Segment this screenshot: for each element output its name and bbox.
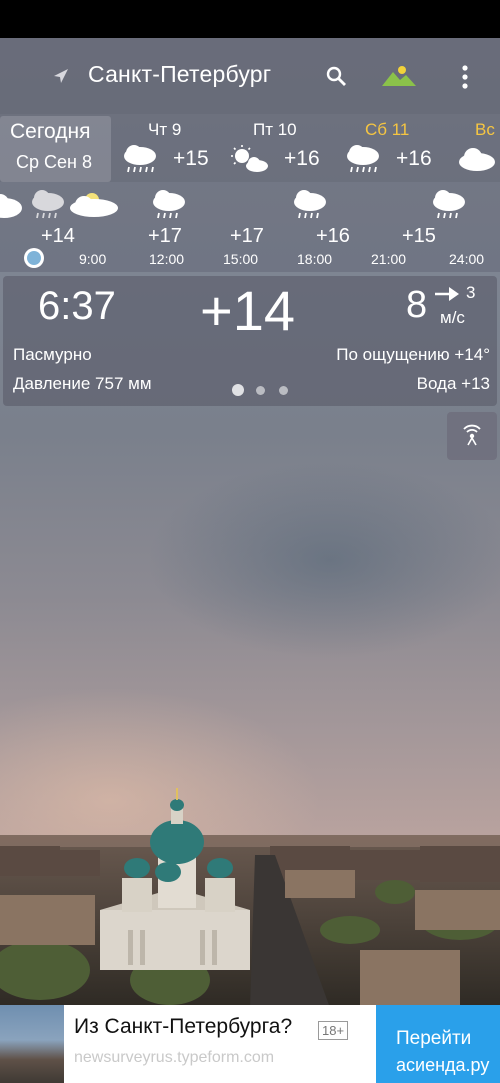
hour-temp: +17 <box>148 225 182 247</box>
more-vert-icon[interactable] <box>458 64 472 90</box>
city-photo <box>0 788 500 1008</box>
navigation-arrow-icon[interactable] <box>52 67 70 85</box>
cloud-icon <box>0 194 22 218</box>
day-name[interactable]: Вс <box>475 120 495 140</box>
observation-time: 6:37 <box>38 284 116 328</box>
hour-time: 18:00 <box>297 251 333 267</box>
water-temp-text: Вода +13 <box>416 374 490 393</box>
day-name[interactable]: Сб 11 <box>365 120 409 140</box>
page-indicator-dot[interactable] <box>279 386 288 395</box>
day-temp: +16 <box>284 147 320 170</box>
sun-cloud-icon <box>231 145 268 172</box>
hour-time: 9:00 <box>79 251 107 267</box>
hour-temp: +14 <box>41 225 75 247</box>
page-indicator-dot[interactable] <box>232 384 244 396</box>
pressure-text: Давление 757 мм <box>13 374 152 393</box>
hour-time: 12:00 <box>149 251 185 267</box>
rain-cloud-icon <box>124 145 156 173</box>
rain-cloud-icon <box>32 190 64 219</box>
ad-title[interactable]: Из Санкт-Петербурга? <box>74 1015 292 1039</box>
current-time-marker <box>24 248 44 268</box>
hour-time: 21:00 <box>371 251 407 267</box>
cloud-icon <box>459 148 495 171</box>
wind-gust: 3 <box>466 283 476 302</box>
search-icon[interactable] <box>324 64 348 88</box>
wind-unit: м/с <box>440 308 465 327</box>
wind-direction-arrow-icon <box>435 287 459 301</box>
radar-icon <box>463 424 481 446</box>
condition-text: Пасмурно <box>13 345 92 364</box>
watermark: асиенда.ру <box>396 1055 490 1075</box>
today-date: Ср Сен 8 <box>16 152 92 172</box>
radar-button[interactable] <box>447 412 497 460</box>
hour-time: 15:00 <box>223 251 259 267</box>
feels-like-text: По ощущению +14° <box>336 345 490 364</box>
rain-cloud-icon <box>294 190 326 219</box>
hour-time: 24:00 <box>449 251 485 267</box>
rain-cloud-icon <box>347 145 379 173</box>
day-name[interactable]: Чт 9 <box>148 120 181 140</box>
hour-temp: +16 <box>316 225 350 247</box>
hour-temp: +17 <box>230 225 264 247</box>
today-label: Сегодня <box>10 120 91 143</box>
ad-url: newsurveyrus.typeform.com <box>74 1049 275 1066</box>
hour-temp: +15 <box>402 225 436 247</box>
day-temp: +15 <box>173 147 209 170</box>
city-name[interactable]: Санкт-Петербург <box>88 61 271 88</box>
rain-cloud-icon <box>153 190 185 219</box>
landscape-icon[interactable] <box>382 64 418 88</box>
ad-cta-label[interactable]: Перейти <box>396 1028 471 1050</box>
wind-speed: 8 <box>406 284 428 326</box>
page-indicator-dot[interactable] <box>256 386 265 395</box>
day-temp: +16 <box>396 147 432 170</box>
ad-age-badge: 18+ <box>318 1021 349 1040</box>
rain-cloud-icon <box>433 190 465 219</box>
current-temperature: +14 <box>200 279 295 342</box>
day-name[interactable]: Пт 10 <box>253 120 297 140</box>
ad-thumbnail <box>0 1005 64 1083</box>
status-bar <box>0 0 500 38</box>
sun-cloud-icon <box>70 193 118 217</box>
